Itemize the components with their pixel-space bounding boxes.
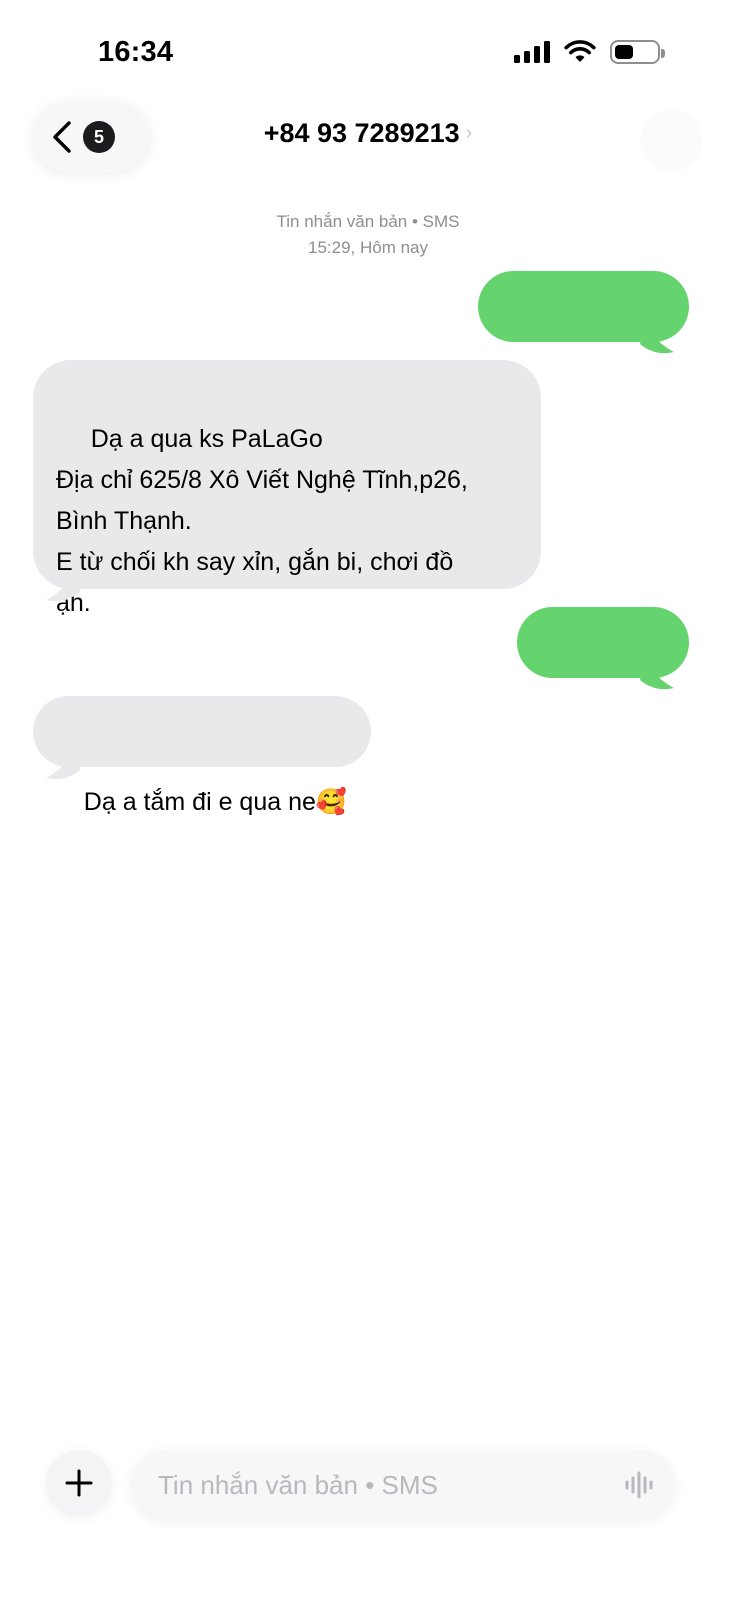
bubble-tail: [640, 322, 674, 354]
plus-icon: [65, 1469, 93, 1497]
message-input[interactable]: [158, 1469, 598, 1501]
wifi-icon: [564, 40, 596, 62]
status-icons: [514, 40, 665, 64]
voice-message-button[interactable]: [623, 1468, 657, 1502]
messages-screen: 16:34 5 +84 93 7289213 › Tin nhắn văn bản…: [0, 0, 736, 1600]
message-text: 203 nha e: [561, 699, 673, 727]
bubble-tail: [46, 570, 80, 602]
waveform-icon: [625, 1471, 653, 1499]
service-label: Tin nhắn văn bản • SMS: [276, 212, 460, 231]
incoming-message[interactable]: Dạ a tắm đi e qua ne🥰: [33, 696, 371, 816]
incoming-message[interactable]: Dạ a qua ks PaLaGo Địa chỉ 625/8 Xô Viết…: [33, 360, 541, 617]
battery-level: [615, 45, 633, 59]
facetime-button[interactable]: [640, 110, 702, 172]
battery-icon: [610, 40, 665, 64]
cellular-signal-icon: [514, 41, 550, 63]
chevron-right-icon: ›: [465, 122, 473, 144]
message-text: Dạ a qua ks PaLaGo Địa chỉ 625/8 Xô Viết…: [56, 425, 468, 617]
message-text: Dạ a tắm đi e qua ne🥰: [83, 788, 348, 816]
status-time: 16:34: [98, 36, 174, 68]
add-attachment-button[interactable]: [46, 1450, 112, 1516]
conversation-timestamp: 15:29, Hôm nay: [307, 238, 428, 257]
message-input-bar[interactable]: [131, 1450, 675, 1520]
contact-name: +84 93 7289213: [263, 118, 460, 148]
contact-title[interactable]: +84 93 7289213 ›: [0, 118, 736, 149]
bubble-tail: [46, 748, 80, 780]
message-text: lam k e a qua: [522, 363, 673, 391]
bubble-tail: [640, 658, 674, 690]
